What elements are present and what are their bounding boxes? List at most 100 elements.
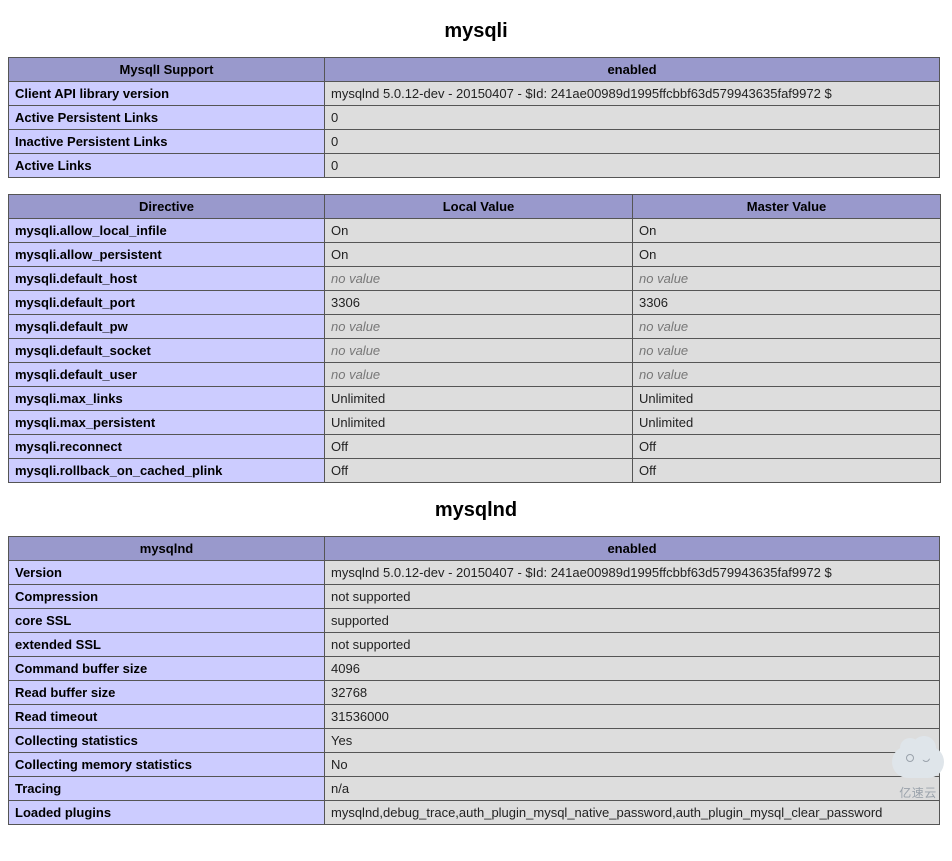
- directive-name: mysqli.reconnect: [9, 435, 325, 459]
- table-row: extended SSLnot supported: [9, 633, 940, 657]
- directive-value: mysqlnd 5.0.12-dev - 20150407 - $Id: 241…: [325, 561, 940, 585]
- section-title: mysqlnd: [8, 499, 944, 522]
- table-row: mysqli.default_pwno valueno value: [9, 315, 941, 339]
- directive-value: On: [325, 219, 633, 243]
- no-value-text: no value: [331, 271, 380, 286]
- directive-name: Collecting memory statistics: [9, 753, 325, 777]
- table-header: enabled: [325, 537, 940, 561]
- table-row: Versionmysqlnd 5.0.12-dev - 20150407 - $…: [9, 561, 940, 585]
- directive-value: not supported: [325, 585, 940, 609]
- directive-value: 4096: [325, 657, 940, 681]
- table-row: Read buffer size32768: [9, 681, 940, 705]
- directive-value: no value: [325, 267, 633, 291]
- directive-value: no value: [633, 267, 941, 291]
- directive-value: 3306: [633, 291, 941, 315]
- table-row: Active Links0: [9, 154, 940, 178]
- directive-value: Unlimited: [325, 387, 633, 411]
- directive-name: Tracing: [9, 777, 325, 801]
- directive-name: mysqli.default_host: [9, 267, 325, 291]
- directive-value: mysqlnd,debug_trace,auth_plugin_mysql_na…: [325, 801, 940, 825]
- directive-value: Off: [325, 459, 633, 483]
- directive-value: Unlimited: [325, 411, 633, 435]
- directive-value: Off: [633, 435, 941, 459]
- directive-name: extended SSL: [9, 633, 325, 657]
- table-row: mysqli.default_host no value no value: [9, 267, 941, 291]
- table-header: mysqlnd: [9, 537, 325, 561]
- table-row: Active Persistent Links0: [9, 106, 940, 130]
- directive-value: no value: [325, 315, 633, 339]
- directive-name: mysqli.rollback_on_cached_plink: [9, 459, 325, 483]
- directive-value: 0: [325, 154, 940, 178]
- directive-name: core SSL: [9, 609, 325, 633]
- table-row: mysqli.rollback_on_cached_plinkOffOff: [9, 459, 941, 483]
- directive-value: On: [633, 219, 941, 243]
- table-row: Loaded pluginsmysqlnd,debug_trace,auth_p…: [9, 801, 940, 825]
- directive-value: On: [633, 243, 941, 267]
- no-value-text: no value: [639, 319, 688, 334]
- directive-name: Active Persistent Links: [9, 106, 325, 130]
- table-header: MysqlI Support: [9, 58, 325, 82]
- directive-name: mysqli.allow_local_infile: [9, 219, 325, 243]
- directive-value: no value: [633, 363, 941, 387]
- directive-name: Command buffer size: [9, 657, 325, 681]
- info-table: MysqlI SupportenabledClient API library …: [8, 57, 940, 178]
- table-row: mysqli.default_user no value no value: [9, 363, 941, 387]
- table-header: enabled: [325, 58, 940, 82]
- table-row: mysqli.allow_local_infileOnOn: [9, 219, 941, 243]
- directive-value: no value: [325, 339, 633, 363]
- directive-value: 31536000: [325, 705, 940, 729]
- directive-value: Yes: [325, 729, 940, 753]
- table-row: Compressionnot supported: [9, 585, 940, 609]
- table-row: mysqli.max_linksUnlimitedUnlimited: [9, 387, 941, 411]
- table-row: Collecting statisticsYes: [9, 729, 940, 753]
- table-row: Tracingn/a: [9, 777, 940, 801]
- directive-value: 0: [325, 106, 940, 130]
- no-value-text: no value: [639, 343, 688, 358]
- table-header: Directive: [9, 195, 325, 219]
- directive-value: 3306: [325, 291, 633, 315]
- directive-value: Unlimited: [633, 411, 941, 435]
- directive-name: Version: [9, 561, 325, 585]
- directive-name: mysqli.default_pw: [9, 315, 325, 339]
- table-row: Inactive Persistent Links0: [9, 130, 940, 154]
- directive-value: mysqlnd 5.0.12-dev - 20150407 - $Id: 241…: [325, 82, 940, 106]
- table-row: mysqli.default_socketno valueno value: [9, 339, 941, 363]
- no-value-text: no value: [331, 367, 380, 382]
- no-value-text: no value: [331, 343, 380, 358]
- directive-name: Read buffer size: [9, 681, 325, 705]
- directive-value: no value: [633, 315, 941, 339]
- table-row: Collecting memory statisticsNo: [9, 753, 940, 777]
- directive-name: Loaded plugins: [9, 801, 325, 825]
- directive-value: No: [325, 753, 940, 777]
- directive-value: 32768: [325, 681, 940, 705]
- directive-name: mysqli.default_user: [9, 363, 325, 387]
- table-row: mysqli.default_port33063306: [9, 291, 941, 315]
- no-value-text: no value: [639, 271, 688, 286]
- table-row: core SSLsupported: [9, 609, 940, 633]
- directive-name: Read timeout: [9, 705, 325, 729]
- info-table: DirectiveLocal ValueMaster Valuemysqli.a…: [8, 194, 941, 483]
- table-row: Read timeout31536000: [9, 705, 940, 729]
- directive-value: no value: [325, 363, 633, 387]
- directive-name: mysqli.max_links: [9, 387, 325, 411]
- table-row: Command buffer size4096: [9, 657, 940, 681]
- directive-value: Off: [325, 435, 633, 459]
- table-header: Local Value: [325, 195, 633, 219]
- directive-name: Active Links: [9, 154, 325, 178]
- directive-value: Off: [633, 459, 941, 483]
- directive-name: mysqli.allow_persistent: [9, 243, 325, 267]
- directive-value: On: [325, 243, 633, 267]
- table-row: mysqli.reconnectOffOff: [9, 435, 941, 459]
- directive-value: no value: [633, 339, 941, 363]
- directive-value: supported: [325, 609, 940, 633]
- no-value-text: no value: [639, 367, 688, 382]
- table-header: Master Value: [633, 195, 941, 219]
- info-table: mysqlndenabledVersionmysqlnd 5.0.12-dev …: [8, 536, 940, 825]
- table-row: Client API library versionmysqlnd 5.0.12…: [9, 82, 940, 106]
- table-row: mysqli.max_persistentUnlimitedUnlimited: [9, 411, 941, 435]
- directive-name: Collecting statistics: [9, 729, 325, 753]
- directive-value: n/a: [325, 777, 940, 801]
- table-row: mysqli.allow_persistentOnOn: [9, 243, 941, 267]
- directive-name: Inactive Persistent Links: [9, 130, 325, 154]
- section-title: mysqli: [8, 20, 944, 43]
